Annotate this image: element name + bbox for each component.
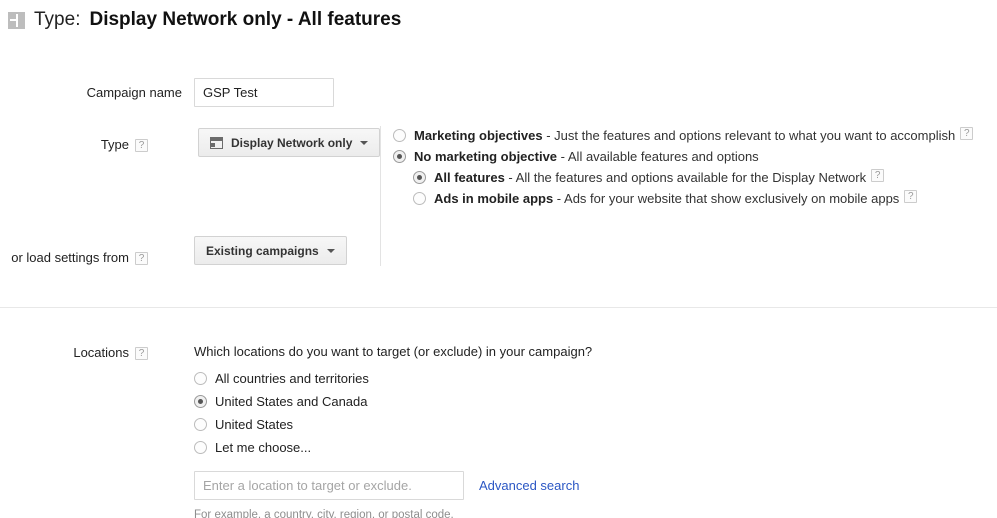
locations-help-icon[interactable]: ? [135,347,148,360]
type-label-text: Type [101,137,129,152]
radio-ads-in-mobile-apps[interactable] [413,192,426,205]
section-divider [0,307,997,308]
existing-campaigns-label: Existing campaigns [206,244,319,258]
type-dropdown-button[interactable]: Display Network only [198,128,380,157]
type-option-no-marketing-objective[interactable]: No marketing objective - All available f… [393,148,993,165]
location-option-united-states-and-canada[interactable]: United States and Canada [194,393,894,410]
campaign-name-input[interactable] [194,78,334,107]
locations-label: Locations? [0,345,148,361]
type-option-label: All features - All the features and opti… [434,169,866,186]
location-option-let-me-choose[interactable]: Let me choose... [194,439,894,456]
locations-label-group: Locations? [0,345,190,361]
chevron-down-icon [327,249,335,253]
location-option-all-countries-and-territories[interactable]: All countries and territories [194,370,894,387]
type-option-marketing-objectives[interactable]: Marketing objectives - Just the features… [393,127,993,144]
type-option-label: Marketing objectives - Just the features… [414,127,955,144]
radio-united-states[interactable] [194,418,207,431]
ads-in-mobile-apps-help-icon[interactable]: ? [904,190,917,203]
radio-united-states-and-canada[interactable] [194,395,207,408]
page-header-label: Type: [34,9,80,31]
location-option-label: Let me choose... [215,439,311,456]
load-settings-label-text: or load settings from [11,250,129,265]
load-settings-help-icon[interactable]: ? [135,252,148,265]
type-label-group: Type? [0,130,180,153]
campaign-settings-page: Type: Display Network only - All feature… [0,0,997,518]
location-option-label: United States [215,416,293,433]
locations-content: Which locations do you want to target (o… [194,344,894,518]
chevron-down-icon [360,141,368,145]
load-settings-label: or load settings from? [0,244,148,266]
radio-let-me-choose[interactable] [194,441,207,454]
location-search-hint: For example, a country, city, region, or… [194,509,894,518]
all-features-help-icon[interactable]: ? [871,169,884,182]
type-dropdown-wrap: Display Network only [198,128,380,157]
type-label: Type? [0,130,148,153]
load-settings-button-wrap: Existing campaigns [194,236,347,265]
page-header: Type: Display Network only - All feature… [0,0,401,40]
campaign-name-label: Campaign name [0,78,182,101]
radio-all-features[interactable] [413,171,426,184]
campaign-name-row: Campaign name [0,78,340,107]
location-option-united-states[interactable]: United States [194,416,894,433]
radio-all-countries-and-territories[interactable] [194,372,207,385]
column-divider [380,126,381,266]
type-option-label: Ads in mobile apps - Ads for your websit… [434,190,899,207]
location-option-label: All countries and territories [215,370,369,387]
type-dropdown-label: Display Network only [231,136,352,150]
load-settings-label-group: or load settings from? [0,244,190,266]
type-option-all-features[interactable]: All features - All the features and opti… [413,169,993,186]
locations-question: Which locations do you want to target (o… [194,344,894,359]
type-options-group: Marketing objectives - Just the features… [393,127,993,211]
type-help-icon[interactable]: ? [135,139,148,152]
display-network-icon [210,137,223,149]
locations-label-text: Locations [73,345,129,360]
location-search-row: Advanced search [194,471,894,500]
existing-campaigns-button[interactable]: Existing campaigns [194,236,347,265]
page-title: Display Network only - All features [89,9,401,31]
advanced-search-link[interactable]: Advanced search [479,478,579,493]
radio-marketing-objectives[interactable] [393,129,406,142]
locations-options-group: All countries and territories United Sta… [194,370,894,456]
layout-grid-icon [8,12,25,29]
location-option-label: United States and Canada [215,393,368,410]
type-option-ads-in-mobile-apps[interactable]: Ads in mobile apps - Ads for your websit… [413,190,993,207]
radio-no-marketing-objective[interactable] [393,150,406,163]
type-option-label: No marketing objective - All available f… [414,148,759,165]
location-search-input[interactable] [194,471,464,500]
marketing-objectives-help-icon[interactable]: ? [960,127,973,140]
